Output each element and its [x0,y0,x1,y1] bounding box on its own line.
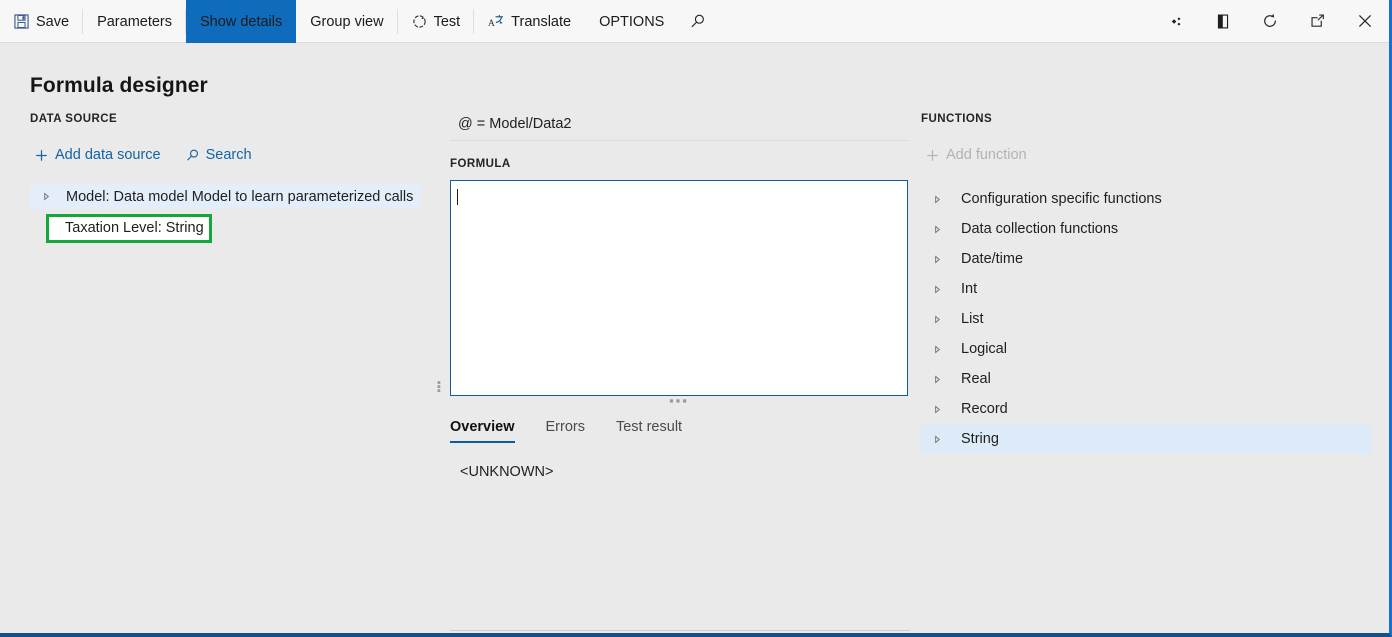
toolbar-test-button[interactable]: Test [398,0,475,43]
chevron-right-icon[interactable] [933,434,961,444]
popout-icon [1309,13,1326,29]
refresh-button[interactable] [1246,0,1294,43]
functions-command-bar: Add function [921,142,1371,168]
functions-panel: FUNCTIONS Add function Configuration spe… [921,113,1371,454]
chevron-right-icon[interactable] [933,314,961,324]
function-group-string[interactable]: String [921,424,1371,454]
chevron-right-icon[interactable] [933,284,961,294]
data-source-search-button[interactable]: Search [181,145,258,165]
function-group-logical[interactable]: Logical [921,334,1371,364]
save-icon [14,14,29,29]
function-group-list[interactable]: List [921,304,1371,334]
chevron-right-icon[interactable] [933,194,961,204]
function-group-label: Date/time [961,251,1024,267]
data-source-command-bar: Add data source Search [30,142,420,168]
function-group-label: String [961,431,999,447]
tab-overview-label: Overview [450,419,515,435]
data-source-path: @ = Model/Data2 [450,113,908,141]
overview-content: <UNKNOWN> [460,464,554,480]
toolbar-save-label: Save [36,13,70,30]
vertical-splitter-handle[interactable]: ▪ ▪ ▪ [434,378,444,397]
function-group-label: Data collection functions [961,221,1119,237]
toolbar-parameters-button[interactable]: Parameters [83,0,186,43]
search-icon [689,13,706,30]
chevron-right-icon[interactable] [933,254,961,264]
formula-panel: @ = Model/Data2 FORMULA ▪ ▪ ▪ ▪▪▪ Overview… [437,113,908,480]
tree-row-model-label: Model: Data model Model to learn paramet… [66,188,414,205]
formula-section-label: FORMULA [450,158,511,170]
horizontal-resize-handle[interactable]: ▪▪▪ [450,394,908,407]
page-title: Formula designer [30,74,208,97]
toolbar-options-label: OPTIONS [599,13,665,30]
formula-editor[interactable] [450,180,908,396]
toolbar-translate-button[interactable]: A Translate [474,0,585,43]
search-icon [185,148,200,163]
tree-row-taxation-level-label: Taxation Level: String [65,220,204,236]
add-data-source-label: Add data source [55,147,161,163]
refresh-icon [1261,12,1279,30]
toolbar-right-group [1153,0,1389,42]
svg-text:A: A [488,19,495,29]
function-group-label: Record [961,401,1008,417]
toolbar: Save Parameters Show details Group view … [0,0,1389,43]
toolbar-show-details-button[interactable]: Show details [186,0,297,43]
center-bottom-divider [450,630,910,631]
chevron-right-icon[interactable] [933,374,961,384]
add-data-source-button[interactable]: Add data source [30,145,167,165]
function-group-label: Configuration specific functions [961,191,1162,207]
plus-icon [34,148,49,163]
function-group-label: Int [961,281,978,297]
contrast-icon [1215,13,1231,30]
toolbar-group-view-label: Group view [310,13,384,30]
chevron-right-icon[interactable] [933,344,961,354]
add-function-label: Add function [946,147,1027,163]
function-group-label: List [961,311,984,327]
chevron-right-icon[interactable] [933,224,961,234]
close-icon [1356,12,1374,30]
contrast-button[interactable] [1200,0,1246,43]
refresh-dotted-icon [412,14,427,29]
settings-diamond-icon [1168,14,1185,29]
functions-list: Configuration specific functions Data co… [921,184,1371,454]
data-source-section-label: DATA SOURCE [30,113,118,125]
toolbar-test-label: Test [433,13,461,30]
data-source-search-label: Search [205,147,252,163]
toolbar-save-button[interactable]: Save [0,0,84,43]
toolbar-translate-label: Translate [511,13,572,30]
result-tabs: Overview Errors Test result [450,416,908,443]
toolbar-show-details-label: Show details [200,13,283,30]
toolbar-options-button[interactable]: OPTIONS [585,0,678,43]
close-button[interactable] [1341,0,1389,43]
settings-diamond-button[interactable] [1153,0,1200,43]
tab-test-result-label: Test result [615,419,683,435]
function-group-label: Logical [961,341,1007,357]
tab-errors[interactable]: Errors [546,419,585,443]
function-group-label: Real [961,371,991,387]
tab-errors-label: Errors [545,419,585,435]
functions-section-label: FUNCTIONS [921,113,993,125]
function-group-date-time[interactable]: Date/time [921,244,1371,274]
translate-icon: A [488,14,504,29]
function-group-data-collection-functions[interactable]: Data collection functions [921,214,1371,244]
function-group-int[interactable]: Int [921,274,1371,304]
chevron-right-icon[interactable] [42,192,64,201]
add-function-button[interactable]: Add function [921,145,1033,165]
chevron-right-icon[interactable] [933,404,961,414]
application-window: Save Parameters Show details Group view … [0,0,1392,637]
function-group-record[interactable]: Record [921,394,1371,424]
tree-row-model[interactable]: Model: Data model Model to learn paramet… [30,184,420,209]
function-group-real[interactable]: Real [921,364,1371,394]
function-group-configuration-specific-functions[interactable]: Configuration specific functions [921,184,1371,214]
tab-test-result[interactable]: Test result [616,419,682,443]
popout-button[interactable] [1294,0,1341,43]
toolbar-parameters-label: Parameters [97,13,173,30]
text-caret [457,189,458,205]
plus-icon [925,148,940,163]
toolbar-group-view-button[interactable]: Group view [296,0,398,43]
tab-overview[interactable]: Overview [450,419,515,443]
toolbar-search-button[interactable] [678,0,717,43]
